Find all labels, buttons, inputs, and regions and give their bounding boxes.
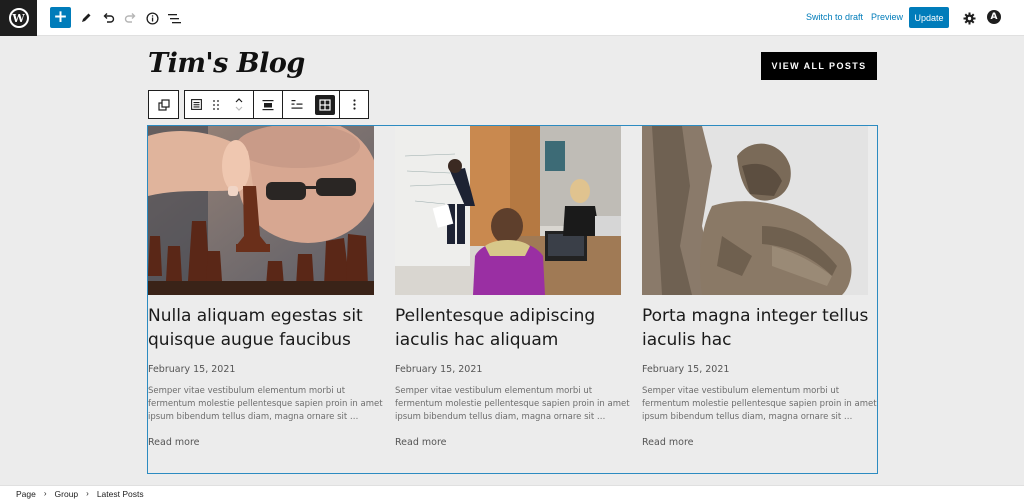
post-excerpt: Semper vitae vestibulum elementum morbi … bbox=[642, 386, 877, 422]
chevron-right-icon: › bbox=[43, 489, 47, 498]
redo-button[interactable] bbox=[119, 7, 141, 29]
read-more-link[interactable]: Read more bbox=[148, 437, 384, 448]
grid-view-toggle[interactable] bbox=[315, 94, 335, 115]
undo-icon bbox=[103, 13, 114, 23]
read-more-link[interactable]: Read more bbox=[395, 437, 631, 448]
pencil-icon bbox=[82, 13, 91, 22]
redo-icon bbox=[124, 13, 135, 23]
edit-tools-button[interactable] bbox=[75, 7, 97, 29]
read-more-link[interactable]: Read more bbox=[642, 437, 878, 448]
chevron-down-icon[interactable] bbox=[235, 106, 243, 111]
wordpress-logo-button[interactable]: W bbox=[0, 0, 37, 36]
grid-icon bbox=[319, 98, 331, 111]
post-title-link[interactable]: Porta magna integer tellus iaculis hac bbox=[642, 304, 878, 352]
breadcrumb-latest-posts: Latest Posts bbox=[96, 488, 144, 499]
block-controls-group bbox=[184, 90, 369, 119]
wordpress-logo-icon: W bbox=[8, 8, 29, 28]
gear-icon bbox=[963, 12, 975, 24]
post-card: Pellentesque adipiscing iaculis hac aliq… bbox=[395, 126, 631, 448]
select-parent-icon bbox=[157, 98, 170, 111]
editor-top-toolbar: W + Switch to draft Preview Update A bbox=[0, 0, 1024, 36]
post-date: February 15, 2021 bbox=[148, 364, 236, 375]
update-button[interactable]: Update bbox=[909, 7, 949, 28]
post-date: February 15, 2021 bbox=[395, 364, 483, 375]
list-view-button[interactable] bbox=[163, 7, 185, 29]
align-button[interactable] bbox=[253, 91, 282, 118]
details-button[interactable] bbox=[141, 7, 163, 29]
view-all-posts-button[interactable]: VIEW ALL POSTS bbox=[761, 52, 877, 80]
preview-button[interactable]: Preview bbox=[871, 12, 903, 22]
drag-handle-icon bbox=[213, 99, 219, 110]
list-view-toggle[interactable] bbox=[282, 91, 311, 118]
more-options-button[interactable] bbox=[339, 91, 368, 118]
block-toolbar bbox=[148, 90, 369, 119]
post-title-link[interactable]: Pellentesque adipiscing iaculis hac aliq… bbox=[395, 304, 631, 352]
block-type-button[interactable] bbox=[185, 91, 207, 118]
latest-posts-block[interactable]: Nulla aliquam egestas sit quisque augue … bbox=[147, 125, 878, 474]
breadcrumb-group[interactable]: Group bbox=[55, 489, 79, 499]
post-excerpt: Semper vitae vestibulum elementum morbi … bbox=[395, 386, 630, 422]
align-wide-icon bbox=[262, 99, 274, 110]
block-mover[interactable] bbox=[225, 91, 253, 118]
list-layout-icon bbox=[291, 100, 303, 109]
chevron-up-icon[interactable] bbox=[235, 98, 243, 103]
post-featured-image[interactable] bbox=[642, 126, 868, 295]
settings-button[interactable] bbox=[958, 7, 980, 29]
post-featured-image[interactable] bbox=[395, 126, 621, 295]
drag-handle[interactable] bbox=[207, 91, 225, 118]
chevron-right-icon: › bbox=[86, 489, 89, 498]
post-title-link[interactable]: Nulla aliquam egestas sit quisque augue … bbox=[148, 304, 384, 352]
undo-button[interactable] bbox=[97, 7, 119, 29]
post-date: February 15, 2021 bbox=[642, 364, 730, 375]
post-excerpt: Semper vitae vestibulum elementum morbi … bbox=[148, 386, 383, 422]
site-title[interactable]: Tim's Blog bbox=[148, 48, 305, 79]
add-block-button[interactable]: + bbox=[50, 7, 71, 28]
latest-posts-icon bbox=[190, 99, 202, 110]
select-parent-button[interactable] bbox=[149, 91, 178, 118]
stone-statue-photo bbox=[642, 126, 868, 295]
parent-select-group bbox=[148, 90, 179, 119]
astra-options-icon[interactable]: A bbox=[987, 10, 1001, 24]
post-card: Porta magna integer tellus iaculis hac F… bbox=[642, 126, 878, 448]
block-breadcrumb: Page › Group › Latest Posts bbox=[0, 485, 1024, 501]
info-icon bbox=[145, 11, 159, 25]
breadcrumb-page[interactable]: Page bbox=[16, 489, 36, 499]
post-card: Nulla aliquam egestas sit quisque augue … bbox=[148, 126, 384, 448]
chess-player-photo bbox=[148, 126, 374, 295]
office-meeting-photo bbox=[395, 126, 621, 295]
list-view-icon bbox=[167, 13, 181, 23]
switch-to-draft-button[interactable]: Switch to draft bbox=[806, 12, 863, 22]
more-vertical-icon bbox=[352, 99, 356, 110]
post-featured-image[interactable] bbox=[148, 126, 374, 295]
